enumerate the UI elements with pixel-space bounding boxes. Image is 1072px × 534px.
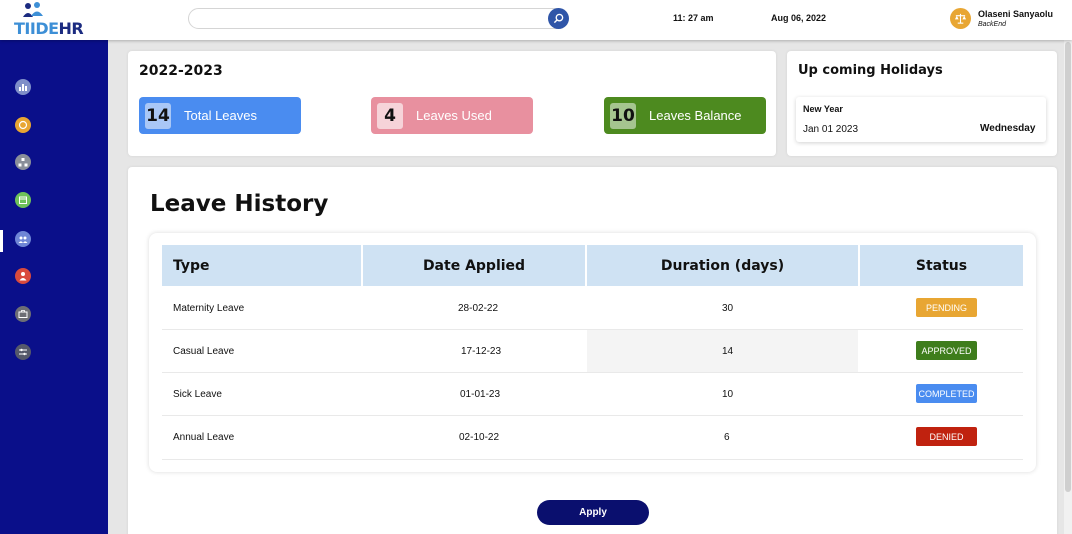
total-leaves-label: Total Leaves <box>184 108 257 123</box>
row-2-type: Casual Leave <box>173 346 235 357</box>
current-date: Aug 06, 2022 <box>771 13 827 23</box>
current-time: 11: 27 am <box>673 13 714 23</box>
sidebar-item-payroll[interactable] <box>15 117 31 133</box>
row-divider <box>162 372 1023 373</box>
leaves-balance-label: Leaves Balance <box>649 108 742 123</box>
scales-icon <box>954 13 967 24</box>
leaves-used-count: 4 <box>377 102 403 129</box>
holidays-title: Up coming Holidays <box>798 63 943 78</box>
sidebar-item-team[interactable] <box>15 231 31 247</box>
row-3-type: Sick Leave <box>173 389 222 400</box>
status-badge[interactable]: COMPLETED <box>916 384 977 403</box>
sidebar <box>0 40 108 534</box>
column-header-date-applied[interactable]: Date Applied <box>363 245 585 286</box>
settings-icon <box>19 348 27 356</box>
column-header-status[interactable]: Status <box>860 245 1023 286</box>
column-header-duration[interactable]: Duration (days) <box>587 245 858 286</box>
row-2-date: 17-12-23 <box>461 346 502 357</box>
search-button[interactable] <box>548 8 569 29</box>
chart-icon <box>19 84 27 91</box>
sidebar-item-dashboard[interactable] <box>15 79 31 95</box>
team-logo-icon <box>23 2 43 17</box>
status-badge[interactable]: PENDING <box>916 298 977 317</box>
holiday-day: Wednesday <box>980 123 1036 134</box>
search-input[interactable] <box>188 8 568 29</box>
leaves-used-label: Leaves Used <box>416 108 492 123</box>
sidebar-item-profile[interactable] <box>15 268 31 284</box>
active-nav-indicator <box>0 230 3 252</box>
user-role: BackEnd <box>978 21 1007 28</box>
row-divider <box>162 415 1023 416</box>
total-leaves-count: 14 <box>145 102 171 129</box>
page-title: Leave History <box>150 191 329 217</box>
sidebar-item-leave[interactable] <box>15 192 31 208</box>
row-1-type: Maternity Leave <box>173 303 245 314</box>
leave-icon <box>19 196 27 204</box>
user-name[interactable]: Olaseni Sanyaolu <box>978 9 1053 19</box>
sidebar-item-organization[interactable] <box>15 154 31 170</box>
holiday-name: New Year <box>803 104 843 114</box>
total-leaves-stat[interactable]: 14 Total Leaves <box>139 97 301 134</box>
status-badge[interactable]: APPROVED <box>916 341 977 360</box>
status-badge[interactable]: DENIED <box>916 427 977 446</box>
row-2-duration: 14 <box>722 346 734 357</box>
apply-button[interactable]: Apply <box>537 500 649 525</box>
row-divider <box>162 459 1023 460</box>
search-icon <box>553 13 564 24</box>
row-3-duration: 10 <box>722 389 734 400</box>
tiide-hr-logo[interactable]: TIIDEHR <box>14 2 94 38</box>
logo-text: TIIDEHR <box>14 19 84 38</box>
scrollbar-thumb[interactable] <box>1065 42 1071 492</box>
org-chart-icon <box>18 158 28 167</box>
leaves-balance-stat[interactable]: 10 Leaves Balance <box>604 97 766 134</box>
row-4-type: Annual Leave <box>173 432 235 443</box>
leaves-balance-count: 10 <box>610 102 636 129</box>
row-1-duration: 30 <box>722 303 734 314</box>
holiday-date: Jan 01 2023 <box>803 124 859 135</box>
row-divider <box>162 329 1023 330</box>
leaves-used-stat[interactable]: 4 Leaves Used <box>371 97 533 134</box>
column-header-type[interactable]: Type <box>162 245 361 286</box>
leave-year: 2022-2023 <box>139 63 223 79</box>
row-1-date: 28-02-22 <box>458 303 499 314</box>
row-3-date: 01-01-23 <box>460 389 501 400</box>
sidebar-item-settings[interactable] <box>15 344 31 360</box>
avatar[interactable] <box>950 8 971 29</box>
top-header: TIIDEHR 11: 27 am Aug 06, 2022 Olaseni S… <box>0 0 1072 40</box>
briefcase-icon <box>18 310 28 318</box>
team-icon <box>18 236 28 243</box>
sidebar-item-jobs[interactable] <box>15 306 31 322</box>
person-icon <box>19 272 27 281</box>
row-4-duration: 6 <box>724 432 730 443</box>
row-4-date: 02-10-22 <box>459 432 500 443</box>
coin-icon <box>18 120 28 130</box>
